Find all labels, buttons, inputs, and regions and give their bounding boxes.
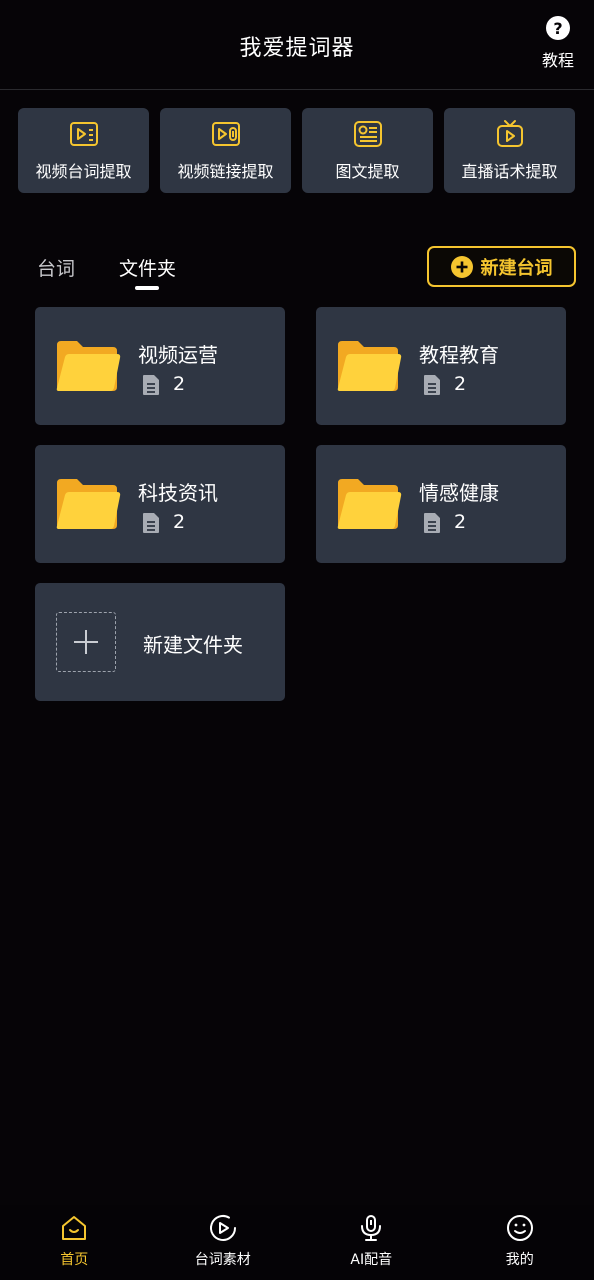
nav-label: AI配音 bbox=[350, 1252, 393, 1268]
nav-label: 首页 bbox=[60, 1252, 89, 1268]
nav-home[interactable]: 首页 bbox=[0, 1205, 149, 1280]
image-text-icon bbox=[353, 121, 382, 147]
active-tab-indicator bbox=[135, 286, 159, 290]
tool-image-text-button[interactable]: 图文提取 bbox=[302, 108, 433, 193]
folder-card[interactable]: 视频运营 2 bbox=[35, 307, 285, 425]
new-folder-label: 新建文件夹 bbox=[143, 633, 243, 657]
folder-card[interactable]: 科技资讯 2 bbox=[35, 445, 285, 563]
nav-profile[interactable]: 我的 bbox=[446, 1205, 594, 1280]
tool-label: 图文提取 bbox=[335, 162, 400, 181]
header: 我爱提词器 ? 教程 bbox=[0, 0, 594, 90]
folder-icon bbox=[337, 341, 402, 391]
document-icon bbox=[143, 513, 159, 533]
home-icon bbox=[62, 1216, 87, 1240]
folder-card[interactable]: 情感健康 2 bbox=[316, 445, 566, 563]
new-line-label: 新建台词 bbox=[480, 257, 553, 279]
tool-label: 视频链接提取 bbox=[177, 162, 274, 181]
add-folder-box bbox=[56, 612, 116, 672]
bottom-nav: 首页 台词素材 AI配音 我的 bbox=[0, 1205, 594, 1280]
folder-icon bbox=[56, 479, 121, 529]
tab-folders[interactable]: 文件夹 bbox=[119, 254, 176, 281]
live-tv-icon bbox=[496, 120, 523, 147]
folder-icon bbox=[56, 341, 121, 391]
nav-ai-voice[interactable]: AI配音 bbox=[297, 1205, 446, 1280]
folder-name: 视频运营 bbox=[138, 343, 218, 367]
plus-icon bbox=[74, 630, 98, 654]
new-folder-button[interactable]: 新建文件夹 bbox=[35, 583, 285, 701]
question-icon: ? bbox=[546, 16, 570, 40]
app-title: 我爱提词器 bbox=[239, 36, 355, 61]
home-screen: 我爱提词器 ? 教程 视频台词提取 视频链接提取 图文提取 直播话术提取 台词 … bbox=[0, 0, 594, 1280]
file-count: 2 bbox=[454, 511, 467, 533]
tutorial-label: 教程 bbox=[541, 51, 574, 70]
plus-circle-icon bbox=[450, 255, 473, 278]
extract-tools: 视频台词提取 视频链接提取 图文提取 直播话术提取 bbox=[18, 108, 576, 194]
nav-label: 我的 bbox=[505, 1252, 534, 1268]
file-count: 2 bbox=[173, 511, 186, 533]
folder-name: 情感健康 bbox=[419, 481, 499, 505]
tool-video-lines-button[interactable]: 视频台词提取 bbox=[18, 108, 149, 193]
file-count: 2 bbox=[173, 373, 186, 395]
video-lines-icon bbox=[69, 122, 98, 146]
folder-icon bbox=[337, 479, 402, 529]
tool-label: 直播话术提取 bbox=[461, 162, 558, 181]
tab-lines[interactable]: 台词 bbox=[37, 254, 75, 281]
play-circle-icon bbox=[209, 1215, 236, 1241]
document-icon bbox=[424, 513, 440, 533]
document-icon bbox=[424, 375, 440, 395]
tool-label: 视频台词提取 bbox=[35, 162, 132, 181]
file-count: 2 bbox=[454, 373, 467, 395]
folder-name: 科技资讯 bbox=[138, 481, 218, 505]
tutorial-button[interactable]: ? 教程 bbox=[538, 16, 578, 72]
nav-label: 台词素材 bbox=[194, 1252, 251, 1268]
video-link-icon bbox=[211, 122, 240, 146]
new-line-button[interactable]: 新建台词 bbox=[427, 246, 576, 287]
tool-live-script-button[interactable]: 直播话术提取 bbox=[444, 108, 575, 193]
smiley-icon bbox=[506, 1215, 533, 1241]
document-icon bbox=[143, 375, 159, 395]
microphone-icon bbox=[361, 1215, 382, 1241]
nav-script-materials[interactable]: 台词素材 bbox=[149, 1205, 298, 1280]
svg-text:?: ? bbox=[553, 19, 562, 38]
folder-name: 教程教育 bbox=[419, 343, 499, 367]
tool-video-link-button[interactable]: 视频链接提取 bbox=[160, 108, 291, 193]
folder-card[interactable]: 教程教育 2 bbox=[316, 307, 566, 425]
